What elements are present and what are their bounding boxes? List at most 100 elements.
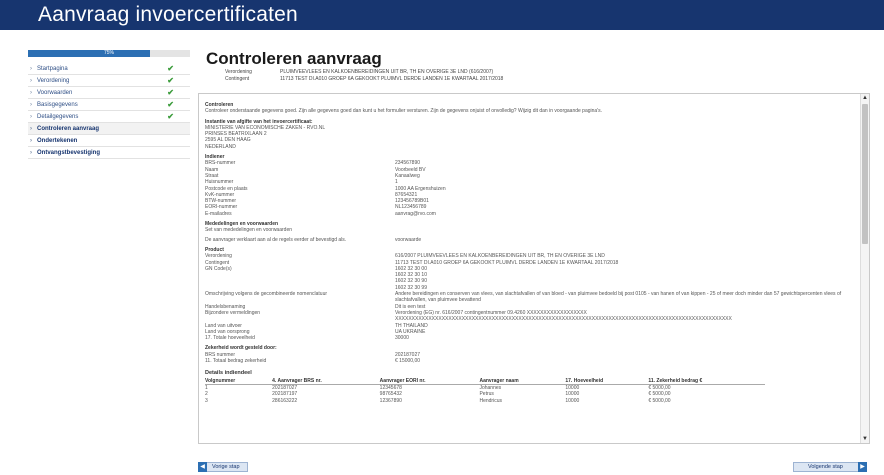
indiener-list: BRS-nummer 234567890 Naam Voorbeeld BV Straa… (205, 160, 853, 217)
table-header-cell: Aanvrager EORI nr. (379, 377, 480, 386)
sidebar: 75% › Startpagina ✔ › Verordening ✔ › Voorwaard… (28, 50, 190, 159)
table-cell: 202187027 (272, 385, 298, 392)
mededelingen-row: De aanvrager verklaart aan al de regels … (205, 237, 853, 243)
table-header-cell: Volgnummer (205, 377, 273, 386)
detail-label: Omschrijving volgens de gecombineerde no… (205, 291, 328, 298)
chevron-right-icon: › (30, 126, 32, 132)
checkmark-icon: ✔ (167, 100, 174, 109)
address-line: NEDERLAND (205, 143, 236, 150)
table-header-cell: 17. Hoeveelheid (565, 377, 649, 386)
table-header-cell: 4. Aanvrager BRS nr. (272, 377, 380, 386)
sidebar-item-label: Basisgegevens (37, 102, 78, 108)
scrollbar[interactable]: ▲ ▼ (860, 94, 869, 443)
sidebar-item-label: Controleren aanvraag (37, 126, 100, 132)
scroll-thumb[interactable] (862, 104, 868, 244)
meta-value: PLUIMVEEVLEES EN KALKOENBEREIDINGEN UIT … (280, 69, 494, 75)
mededelingen-value: voorwaarde (395, 236, 422, 243)
detail-value: € 15000,00 (395, 357, 421, 364)
sidebar-item-label: Detailgegevens (37, 114, 79, 120)
checkmark-icon: ✔ (167, 64, 174, 73)
sidebar-item-label: Ondertekenen (37, 138, 78, 144)
sidebar-item-label: Ontvangstbevestiging (37, 150, 101, 156)
meta-label: Contingent (225, 76, 250, 82)
chevron-right-icon: › (30, 90, 32, 96)
table-cell: 1 (205, 385, 208, 392)
review-panel[interactable]: Controleren Controleer onderstaande gege… (198, 93, 870, 444)
detail-value: Andere bereidingen en conserven van vlee… (395, 291, 842, 304)
checkmark-icon: ✔ (167, 88, 174, 97)
product-list: Verordening 616/2007 PLUIMVEEVLEES EN KAL… (205, 253, 853, 341)
sidebar-item-detailgegevens[interactable]: › Detailgegevens ✔ (28, 111, 190, 123)
detail-label: 11. Totaal bedrag zekerheid (205, 357, 267, 364)
request-meta: Verordening PLUIMVEEVLEES EN KALKOENBEREI… (225, 69, 503, 83)
chevron-right-icon: › (30, 66, 32, 72)
zekerheid-list: BRS nummer 202187027 11. Totaal bedrag zek… (205, 352, 853, 365)
checkmark-icon: ✔ (167, 112, 174, 121)
checkmark-icon: ✔ (167, 76, 174, 85)
detail-value: 30000 (395, 335, 409, 342)
detail-value: aanvrag@rvo.com (395, 210, 436, 217)
mededelingen-text: Set van mededelingen en voorwaarden (205, 227, 293, 234)
app-banner: Aanvraag invoercertificaten (0, 0, 884, 30)
sidebar-item-label: Voorwaarden (37, 90, 73, 96)
chevron-right-icon: › (30, 78, 32, 84)
next-step-label: Volgende stap (808, 464, 843, 470)
sidebar-item-basisgegevens[interactable]: › Basisgegevens ✔ (28, 99, 190, 111)
detail-row: E-mailadres aanvrag@rvo.com (205, 211, 853, 217)
scroll-down-arrow-icon[interactable]: ▼ (861, 435, 869, 443)
details-table: Volgnummer 4. Aanvrager BRS nr. Aanvrager … (205, 377, 765, 404)
table-cell: 12345678 (379, 385, 402, 392)
table-cell: Johannes (479, 385, 502, 392)
meta-contingent: Contingent 11713 TEST DI.A010 GROEP 6A GE… (225, 76, 503, 83)
next-step-button[interactable]: Volgende stap ▶ (793, 462, 867, 472)
sidebar-item-ondertekenen[interactable]: › Ondertekenen (28, 135, 190, 147)
table-cell: Hendricus (479, 397, 502, 404)
table-cell: 10000 (565, 385, 580, 392)
page-title: Controleren aanvraag (206, 49, 382, 68)
sidebar-nav: › Startpagina ✔ › Verordening ✔ › Voorwaarden ✔ ›… (28, 63, 190, 159)
sidebar-item-ontvangstbevestiging[interactable]: › Ontvangstbevestiging (28, 147, 190, 159)
table-header-row: Volgnummer 4. Aanvrager BRS nr. Aanvrager … (205, 377, 765, 386)
app-title: Aanvraag invoercertificaten (38, 3, 298, 26)
detail-label: E-mailadres (205, 210, 232, 217)
review-content: Controleren Controleer onderstaande gege… (205, 98, 853, 404)
detail-label: 17. Totale hoeveelheid (205, 335, 255, 342)
chevron-right-icon: › (30, 150, 32, 156)
table-cell: € 5000,00 (648, 397, 671, 404)
table-cell: 10000 (565, 397, 580, 404)
mededelingen-label: De aanvrager verklaart aan al de regels … (205, 236, 347, 243)
table-cell: 286163222 (272, 397, 298, 404)
table-cell: 12367890 (379, 397, 402, 404)
table-cell: 3 (205, 397, 208, 404)
arrow-left-icon: ◀ (198, 462, 207, 472)
table-header-cell: 11. Zekerheid bedrag € (648, 377, 765, 386)
previous-step-label: Vorige stap (212, 464, 240, 470)
previous-step-button[interactable]: ◀ Vorige stap (198, 462, 248, 472)
sidebar-item-voorwaarden[interactable]: › Voorwaarden ✔ (28, 87, 190, 99)
table-header-cell: Aanvrager naam (479, 377, 566, 386)
table-cell: € 5000,00 (648, 385, 671, 392)
sidebar-item-label: Verordening (37, 78, 70, 84)
table-body: 1 202187027 12345678 Johannes 10000 € 5000,00… (205, 385, 765, 404)
chevron-right-icon: › (30, 114, 32, 120)
instantie-address: MINISTERIE VAN ECONOMISCHE ZAKEN - RVO.N… (205, 125, 853, 150)
meta-label: Verordening (225, 69, 252, 75)
progress-bar: 75% (28, 50, 190, 57)
detail-row: 17. Totale hoeveelheid 30000 (205, 335, 853, 341)
progress-label: 75% (103, 50, 114, 56)
detail-row: Omschrijving volgens de gecombineerde no… (205, 291, 853, 304)
sidebar-item-startpagina[interactable]: › Startpagina ✔ (28, 63, 190, 75)
scroll-up-arrow-icon[interactable]: ▲ (861, 94, 869, 102)
arrow-right-icon: ▶ (858, 462, 867, 472)
sidebar-item-controleren-aanvraag[interactable]: › Controleren aanvraag (28, 123, 190, 135)
table-row: 3 286163222 12367890 Hendricus 10000 € 5000,0… (205, 398, 765, 404)
meta-verordening: Verordening PLUIMVEEVLEES EN KALKOENBEREI… (225, 69, 503, 76)
sidebar-item-verordening[interactable]: › Verordening ✔ (28, 75, 190, 87)
controleren-text: Controleer onderstaande gegevens goed. Z… (205, 108, 603, 115)
sidebar-item-label: Startpagina (37, 66, 68, 72)
table-row: 1 202187027 12345678 Johannes 10000 € 5000,00 (205, 385, 765, 392)
meta-value: 11713 TEST DI.A010 GROEP 6A GEKOOKT PLUI… (280, 76, 504, 82)
chevron-right-icon: › (30, 102, 32, 108)
details-title: Details indiendeel (205, 370, 252, 377)
chevron-right-icon: › (30, 138, 32, 144)
